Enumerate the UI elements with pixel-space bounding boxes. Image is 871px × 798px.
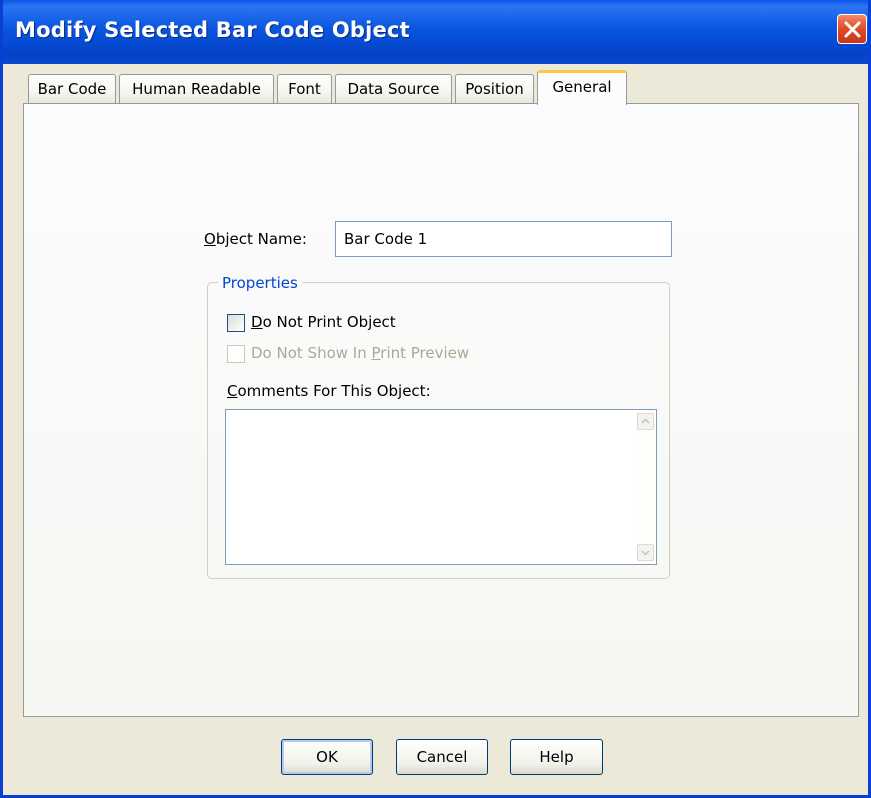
tab-position[interactable]: Position (455, 74, 534, 103)
tab-data-source[interactable]: Data Source (335, 74, 452, 103)
general-tab-panel: Object Name: Bar Code 1 Properties Do No… (23, 103, 859, 717)
title-bar[interactable]: Modify Selected Bar Code Object (3, 0, 868, 64)
do-not-show-preview-checkbox[interactable] (227, 345, 245, 363)
tab-font[interactable]: Font (277, 74, 332, 103)
cancel-button[interactable]: Cancel (396, 739, 488, 775)
window-title: Modify Selected Bar Code Object (15, 18, 410, 42)
properties-group-title: Properties (218, 274, 302, 292)
object-name-label: Object Name: (204, 230, 307, 248)
tab-general[interactable]: General (537, 70, 627, 105)
help-button[interactable]: Help (510, 739, 603, 775)
close-button[interactable] (837, 14, 867, 44)
do-not-print-checkbox[interactable] (227, 314, 245, 332)
ok-button[interactable]: OK (281, 739, 373, 775)
comments-label: Comments For This Object: (227, 382, 431, 400)
scroll-down-button[interactable] (637, 544, 654, 561)
object-name-input[interactable]: Bar Code 1 (335, 221, 672, 257)
do-not-print-label[interactable]: Do Not Print Object (251, 313, 396, 331)
do-not-show-preview-label[interactable]: Do Not Show In Print Preview (251, 344, 469, 362)
chevron-down-icon (641, 550, 650, 556)
chevron-up-icon (641, 418, 650, 424)
comments-textarea[interactable] (225, 409, 657, 565)
close-icon (844, 21, 861, 38)
scroll-up-button[interactable] (637, 413, 654, 430)
comments-scrollbar[interactable] (636, 411, 655, 563)
tab-human-readable[interactable]: Human Readable (119, 74, 274, 103)
tab-bar-code[interactable]: Bar Code (28, 74, 116, 103)
